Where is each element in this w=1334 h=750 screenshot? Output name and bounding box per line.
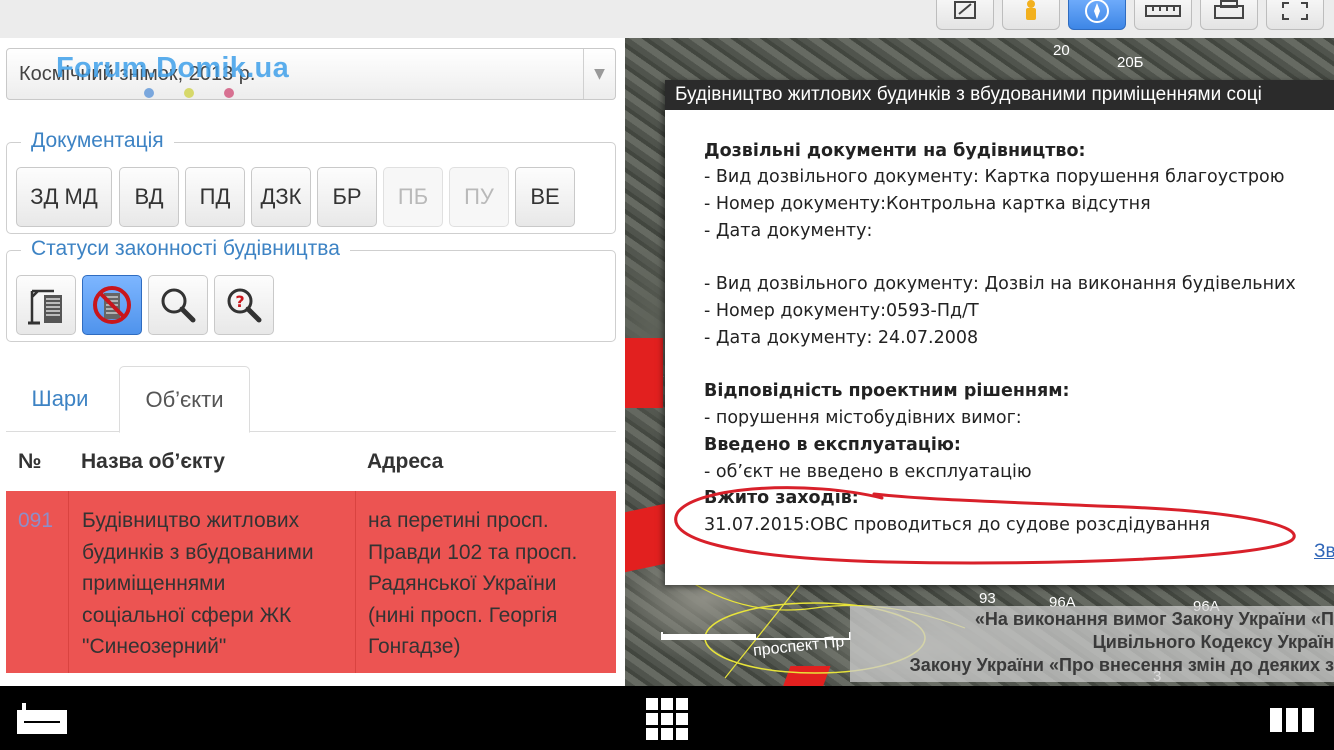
svg-text:?: ?: [235, 292, 244, 311]
row-name-line: Будівництво житлових: [82, 509, 300, 532]
popup-line: - Дата документу:: [704, 221, 873, 241]
app-grid-icon[interactable]: [646, 698, 688, 740]
banner-line: «На виконання вимог Закону України «П: [974, 609, 1334, 629]
row-name-line: соціальної сфери ЖК: [82, 603, 292, 627]
popup-line: - Дата документу: 24.07.2008: [704, 328, 979, 348]
top-toolbar: [0, 0, 1334, 38]
documentation-legend: Документація: [21, 129, 174, 153]
annotation-circle: [674, 486, 1296, 565]
ruler-icon: [1145, 5, 1181, 17]
streetview-person-icon: [1026, 0, 1036, 20]
popup-line: - Номер документу:Контрольна картка відс…: [704, 194, 1151, 214]
statuses-legend: Статуси законності будівництва: [21, 237, 350, 261]
status-button-search[interactable]: [148, 275, 208, 335]
doc-button-pb: ПБ: [383, 167, 443, 227]
prohibited-building-icon: [93, 286, 131, 324]
column-header-number: №: [18, 450, 42, 473]
fullscreen-icon: [1282, 2, 1308, 20]
compass-button[interactable]: [1068, 0, 1126, 30]
compass-icon: [1085, 0, 1109, 23]
doc-button-dzk[interactable]: ДЗК: [251, 167, 311, 227]
watermark: Forum.Domik.ua: [56, 52, 289, 84]
carousel-dots: [144, 88, 234, 98]
construction-crane-icon: [28, 289, 62, 325]
doc-button-ve[interactable]: ВЕ: [515, 167, 575, 227]
doc-button-zd-md[interactable]: ЗД МД: [16, 167, 112, 227]
fullscreen-button[interactable]: [1266, 0, 1324, 30]
dot-yellow: [184, 88, 194, 98]
magnifier-question-icon: ?: [227, 288, 262, 323]
row-address-line: Гонгадзе): [368, 635, 461, 658]
left-panel: Космічний знімок, 2013 р. ▼ Forum.Domik.…: [0, 38, 625, 686]
magnifier-icon: [161, 288, 196, 323]
doc-button-pd[interactable]: ПД: [185, 167, 245, 227]
row-name-line: "Синеозерний": [82, 635, 227, 658]
doc-button-pu: ПУ: [449, 167, 509, 227]
law-banner: «На виконання вимог Закону України «П Ци…: [850, 606, 1334, 682]
dot-blue: [144, 88, 154, 98]
keyboard-icon[interactable]: [16, 702, 68, 736]
map-label: 20: [1053, 42, 1070, 59]
doc-button-vd[interactable]: ВД: [119, 167, 179, 227]
row-address: на перетині просп. Правди 102 та просп. …: [355, 491, 616, 673]
popup-line: - порушення містобудівних вимог:: [704, 408, 1022, 428]
parcel-highlight[interactable]: [625, 338, 663, 408]
map-label: 20Б: [1117, 54, 1144, 71]
screen: Космічний знімок, 2013 р. ▼ Forum.Domik.…: [0, 0, 1334, 750]
print-icon: [1214, 0, 1244, 19]
row-address-line: на перетині просп.: [368, 509, 549, 532]
chevron-down-icon[interactable]: ▼: [583, 49, 615, 99]
doc-button-br[interactable]: БР: [317, 167, 377, 227]
export-button[interactable]: [936, 0, 994, 30]
status-button-prohibited[interactable]: [82, 275, 142, 335]
popup-line: - Вид дозвільного документу: Картка пору…: [704, 167, 1285, 187]
row-name: Будівництво житлових будинків з вбудован…: [68, 491, 355, 673]
popup-line: Відповідність проектним рішенням:: [704, 381, 1070, 401]
column-header-name: Назва об’єкту: [81, 450, 225, 473]
ruler-button[interactable]: [1134, 0, 1192, 30]
banner-line: Закону України «Про внесення змін до дея…: [909, 655, 1334, 675]
row-name-line: будинків з вбудованими: [82, 540, 314, 564]
table-row[interactable]: 091 Будівництво житлових будинків з вбуд…: [6, 491, 616, 673]
row-number[interactable]: 091: [6, 491, 68, 673]
status-button-construction[interactable]: [16, 275, 76, 335]
parcel-highlight[interactable]: [625, 503, 665, 573]
statuses-group: Статуси законності будівництва ?: [6, 237, 616, 342]
documentation-group: Документація ЗД МД ВД ПД ДЗК БР ПБ ПУ ВЕ: [6, 129, 616, 234]
objects-table-header: № Назва об’єкту Адреса: [6, 438, 616, 488]
popup-line: Дозвільні документи на будівництво:: [704, 141, 1086, 161]
row-address-line: Правди 102 та просп.: [368, 540, 578, 564]
popup-line: - Номер документу:0593-Пд/Т: [704, 301, 979, 321]
popup-more-link[interactable]: Зв: [1314, 541, 1334, 563]
bottom-nav-bar: [0, 686, 1334, 750]
banner-line: Цивільного Кодексу Україн: [1092, 632, 1334, 652]
print-button[interactable]: [1200, 0, 1258, 30]
export-icon: [954, 1, 976, 19]
column-header-address: Адреса: [367, 450, 444, 473]
tab-layers[interactable]: Шари: [12, 366, 108, 432]
panel-tabs: Шари Об’єкти: [6, 366, 616, 433]
popup-title: Будівництво житлових будинків з вбудован…: [665, 80, 1334, 110]
multitask-icon[interactable]: [1270, 708, 1314, 732]
streetview-button[interactable]: [1002, 0, 1060, 30]
popup-line: - Вид дозвільного документу: Дозвіл на в…: [704, 274, 1296, 294]
row-address-line: Радянської України: [368, 572, 557, 595]
row-name-line: приміщеннями: [82, 572, 226, 595]
tab-objects[interactable]: Об’єкти: [119, 366, 250, 433]
row-address-line: (нині просп. Георгія: [368, 603, 558, 627]
popup-line: Введено в експлуатацію:: [704, 435, 961, 455]
status-button-unknown[interactable]: ?: [214, 275, 274, 335]
dot-pink: [224, 88, 234, 98]
